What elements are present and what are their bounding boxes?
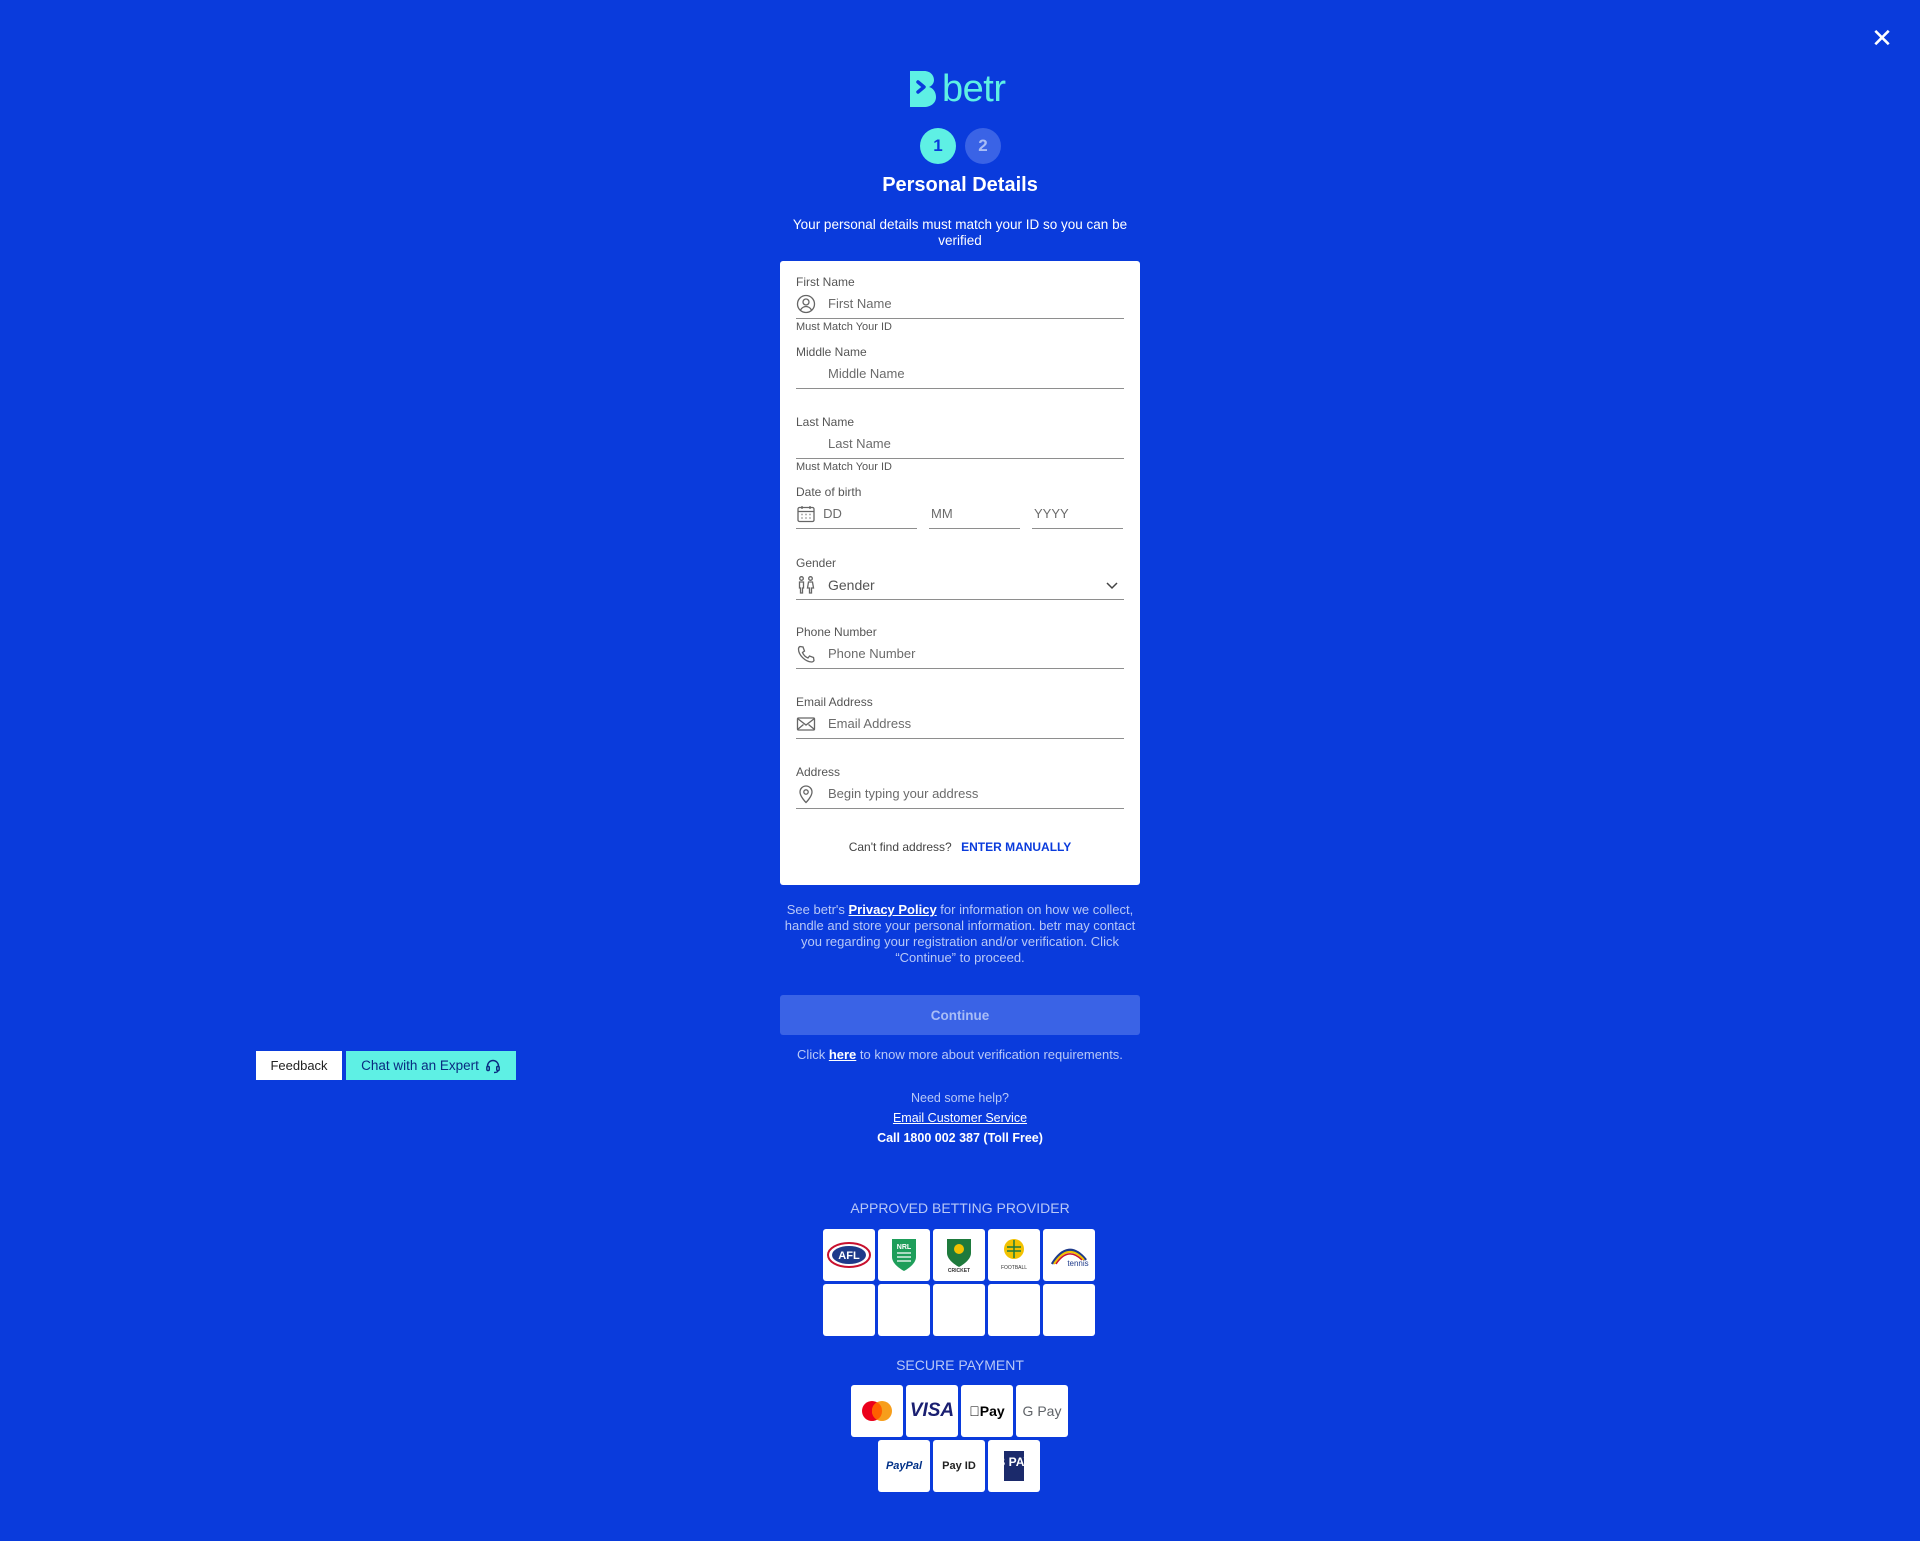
mastercard-logo [851, 1385, 903, 1437]
date-of-birth-label: Date of birth [796, 485, 862, 499]
afl-logo-text: AFL [838, 1250, 860, 1262]
step-2: 2 [965, 128, 1001, 164]
gender-label: Gender [796, 556, 837, 570]
cant-find-address: Can't find address? ENTER MANUALLY [780, 840, 1140, 854]
registration-page: ✕ betr 1 2 Personal Details Your persona… [0, 0, 1920, 1541]
mail-icon [796, 713, 818, 735]
headset-icon [486, 1059, 500, 1073]
betr-logo-mark-icon [910, 71, 936, 107]
apple-pay-logo-text: Pay [969, 1403, 1004, 1419]
dob-month-input[interactable] [929, 505, 1020, 522]
first-name-input[interactable] [818, 290, 1124, 317]
enter-manually-link[interactable]: ENTER MANUALLY [961, 840, 1071, 854]
visa-logo: VISA [906, 1385, 958, 1437]
page-title: Personal Details [882, 174, 1038, 196]
user-icon [796, 293, 818, 315]
provider-tile-empty [933, 1284, 985, 1336]
bpay-logo: B PAY [988, 1440, 1040, 1492]
chat-label: Chat with an Expert [361, 1058, 479, 1073]
apple-pay-logo: Pay [961, 1385, 1013, 1437]
chevron-down-icon [1106, 581, 1118, 589]
phone-field: Phone Number [796, 625, 1124, 669]
google-pay-logo: G Pay [1016, 1385, 1068, 1437]
dob-day-input[interactable] [821, 505, 917, 522]
location-pin-icon [796, 783, 818, 805]
football-logo: FOOTBALL [988, 1229, 1040, 1281]
cricket-logo: CRICKET [933, 1229, 985, 1281]
cant-find-text: Can't find address? [848, 840, 952, 854]
last-name-label: Last Name [796, 415, 855, 429]
email-input[interactable] [818, 710, 1124, 737]
calendar-icon [796, 503, 821, 525]
chat-with-expert-button[interactable]: Chat with an Expert [346, 1051, 516, 1080]
cricket-logo-text: CRICKET [948, 1268, 970, 1274]
address-field: Address [796, 765, 1124, 809]
paypal-logo-text: PayPal [885, 1460, 923, 1472]
verification-here-link[interactable]: here [829, 1047, 856, 1062]
secure-payment-title: SECURE PAYMENT [896, 1357, 1024, 1373]
tennis-logo-text: tennis [1067, 1259, 1088, 1268]
last-name-input[interactable] [796, 430, 1124, 457]
approved-provider-title: APPROVED BETTING PROVIDER [850, 1200, 1070, 1216]
gender-select[interactable]: Gender [796, 570, 1124, 600]
phone-icon [796, 643, 818, 665]
provider-tile-empty [823, 1284, 875, 1336]
provider-tile-empty [878, 1284, 930, 1336]
email-label: Email Address [796, 695, 873, 709]
provider-tile-empty [1043, 1284, 1095, 1336]
middle-name-label: Middle Name [796, 345, 867, 359]
address-label: Address [796, 765, 841, 779]
verification-prefix: Click [797, 1047, 829, 1062]
middle-name-field: Middle Name [796, 345, 1124, 389]
provider-tile-empty [988, 1284, 1040, 1336]
nrl-logo: NRL [878, 1229, 930, 1281]
email-customer-service-link[interactable]: Email Customer Service [893, 1111, 1027, 1125]
approved-provider-logos: AFL NRL CRICKET FOOTBALL tennis [823, 1229, 1095, 1336]
tennis-logo: tennis [1043, 1229, 1095, 1281]
payid-logo-text: Pay ID [942, 1460, 976, 1472]
privacy-prefix: See betr's [786, 902, 849, 917]
last-name-field: Last Name Must Match Your ID [796, 415, 1124, 473]
address-input[interactable] [818, 780, 1124, 807]
phone-input[interactable] [818, 640, 1124, 667]
nrl-logo-text: NRL [897, 1244, 912, 1251]
betr-logo: betr [906, 68, 1006, 110]
privacy-policy-link[interactable]: Privacy Policy [849, 902, 937, 917]
middle-name-input[interactable] [796, 360, 1124, 387]
phone-label: Phone Number [796, 625, 877, 639]
visa-logo-text: VISA [909, 1400, 955, 1421]
last-name-hint: Must Match Your ID [796, 461, 892, 473]
gender-icon [796, 574, 818, 596]
payment-logos-row-1: VISA Pay G Pay [851, 1385, 1068, 1437]
step-1: 1 [920, 128, 956, 164]
call-phone-text: Call 1800 002 387 (Toll Free) [877, 1131, 1043, 1145]
page-subtitle: Your personal details must match your ID… [792, 217, 1128, 248]
continue-button[interactable]: Continue [780, 995, 1140, 1035]
need-help-text: Need some help? [911, 1091, 1009, 1105]
gender-field: Gender Gender [796, 556, 1124, 600]
google-pay-logo-text: G Pay [1022, 1403, 1062, 1419]
email-field: Email Address [796, 695, 1124, 739]
verification-suffix: to know more about verification requirem… [856, 1047, 1123, 1062]
feedback-button[interactable]: Feedback [256, 1051, 342, 1080]
first-name-field: First Name Must Match Your ID [796, 275, 1124, 333]
personal-details-form: First Name Must Match Your ID Middle Nam… [780, 261, 1140, 885]
afl-logo: AFL [823, 1229, 875, 1281]
logo-text: betr [942, 68, 1006, 110]
dob-year-input[interactable] [1032, 505, 1123, 522]
privacy-notice: See betr's Privacy Policy for informatio… [780, 902, 1140, 966]
payid-logo: Pay ID [933, 1440, 985, 1492]
paypal-logo: PayPal [878, 1440, 930, 1492]
first-name-label: First Name [796, 275, 855, 289]
first-name-hint: Must Match Your ID [796, 321, 892, 333]
gender-value: Gender [828, 576, 875, 593]
close-icon[interactable]: ✕ [1870, 25, 1894, 51]
step-indicator: 1 2 [920, 128, 1001, 164]
bpay-logo-text: B PAY [1003, 1455, 1025, 1469]
date-of-birth-field: Date of birth [796, 485, 1124, 529]
verification-info: Click here to know more about verificati… [780, 1047, 1140, 1063]
payment-logos-row-2: PayPal Pay ID B PAY [878, 1440, 1040, 1492]
football-logo-text: FOOTBALL [1001, 1265, 1027, 1271]
